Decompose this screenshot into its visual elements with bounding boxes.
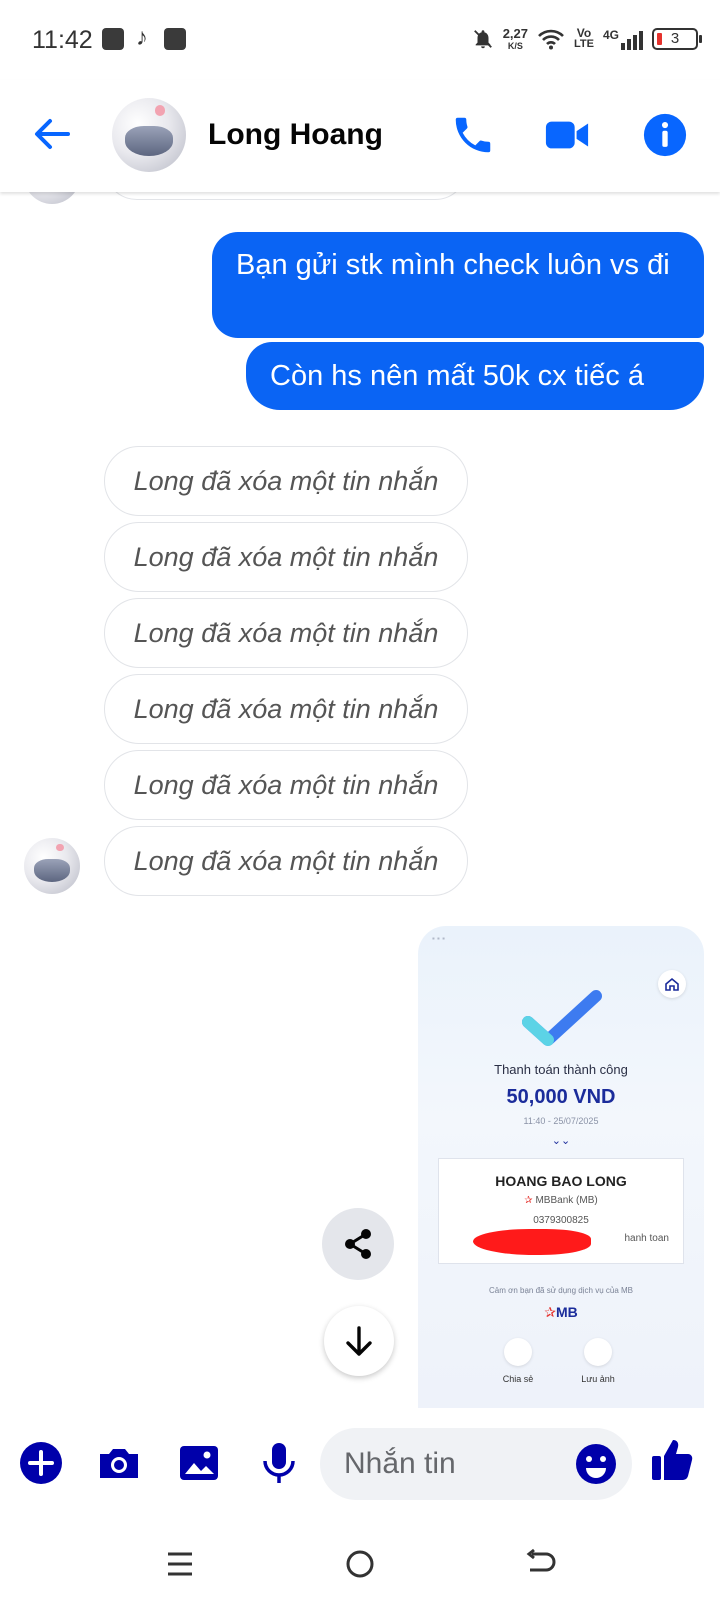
message-bubble-outgoing[interactable]: Bạn gửi stk mình check luôn vs đi xyxy=(212,232,704,338)
chat-header: Long Hoang xyxy=(0,80,720,192)
battery-icon: 3 xyxy=(652,28,702,50)
recipient-bank: ✰ MBBank (MB) xyxy=(524,1195,598,1206)
deleted-message-bubble[interactable]: Long đã xóa một tin nhắn xyxy=(104,674,468,744)
deleted-message-bubble[interactable]: Long đã xóa một tin nhắn xyxy=(104,750,468,820)
success-check-icon xyxy=(522,990,602,1046)
contact-avatar-small xyxy=(24,192,80,204)
like-thumb-icon[interactable] xyxy=(650,1436,694,1484)
receipt-amount: 50,000 VND xyxy=(506,1086,616,1108)
signal-icon: 4G xyxy=(603,28,643,50)
mb-logo: ✰MB xyxy=(544,1304,578,1320)
contact-name[interactable]: Long Hoang xyxy=(208,118,383,152)
receipt-status-bar: ▪ ▪ ▪ xyxy=(432,934,445,943)
expand-chevron-icon: ⌄⌄ xyxy=(551,1135,571,1147)
gallery-notification-icon xyxy=(102,28,124,50)
camera-small-icon xyxy=(584,1338,612,1366)
receipt-recipient-card: HOANG BAO LONG ✰ MBBank (MB) 0379300825 … xyxy=(438,1158,684,1264)
redaction-mark xyxy=(473,1229,591,1255)
status-time: 11:42 xyxy=(32,26,93,54)
plus-icon[interactable] xyxy=(18,1440,64,1486)
home-nav-icon[interactable] xyxy=(340,1544,380,1584)
share-nodes-icon xyxy=(504,1338,532,1366)
mb-star-icon: ✰ xyxy=(524,1195,536,1206)
deleted-message-bubble[interactable]: Long đã xóa một tin nhắn xyxy=(104,598,468,668)
wifi-icon xyxy=(538,29,564,50)
share-button[interactable] xyxy=(322,1208,394,1280)
back-arrow-icon[interactable] xyxy=(30,112,74,156)
deleted-message-bubble[interactable]: Long đã xóa một tin nhắn xyxy=(104,446,468,516)
receipt-save-action: Lưu ảnh xyxy=(568,1338,628,1384)
deleted-message-bubble[interactable]: Long đã xóa một tin nhắn xyxy=(104,522,468,592)
recipient-name: HOANG BAO LONG xyxy=(495,1173,627,1189)
gallery-icon[interactable] xyxy=(176,1440,222,1486)
system-nav-bar xyxy=(0,1520,720,1612)
recent-apps-icon[interactable] xyxy=(160,1544,200,1584)
home-icon xyxy=(658,970,686,998)
mute-bell-icon xyxy=(473,30,492,49)
share-icon xyxy=(345,1229,371,1259)
back-nav-icon[interactable] xyxy=(520,1544,560,1584)
status-icons: 2,27 K/S Vo LTE 4G 3 xyxy=(472,22,702,56)
network-speed: 2,27 K/S xyxy=(502,25,529,51)
receipt-datetime: 11:40 - 25/07/2025 xyxy=(523,1116,599,1126)
phone-call-icon[interactable] xyxy=(450,112,496,158)
transfer-description: hanh toan xyxy=(624,1233,670,1244)
scroll-to-bottom-button[interactable] xyxy=(324,1306,394,1376)
contact-avatar-small[interactable] xyxy=(24,838,80,894)
volte-indicator: Vo LTE xyxy=(574,26,594,50)
info-icon[interactable] xyxy=(642,112,688,158)
app-notification-icon xyxy=(164,28,186,50)
message-bubble-outgoing[interactable]: Còn hs nên mất 50k cx tiếc á xyxy=(246,342,704,410)
status-bar: 11:42 ♪ 2,27 K/S Vo LTE 4G 3 xyxy=(0,0,720,80)
payment-receipt-image[interactable]: ▪ ▪ ▪ Thanh toán thành công 50,000 VND 1… xyxy=(418,926,704,1408)
receipt-thanks: Cảm ơn bạn đã sử dụng dịch vụ của MB xyxy=(488,1286,633,1295)
message-input[interactable]: Nhắn tin xyxy=(320,1428,632,1500)
microphone-icon[interactable] xyxy=(256,1440,302,1486)
contact-avatar[interactable] xyxy=(112,98,186,172)
receipt-title: Thanh toán thành công xyxy=(494,1062,628,1077)
deleted-message-bubble[interactable]: Long đã xóa một tin nhắn xyxy=(104,826,468,896)
tiktok-notification-icon: ♪ xyxy=(136,24,148,51)
emoji-icon[interactable] xyxy=(574,1442,618,1486)
video-call-icon[interactable] xyxy=(544,112,590,158)
message-input-placeholder: Nhắn tin xyxy=(344,1447,456,1480)
receipt-share-action: Chia sẻ xyxy=(488,1338,548,1384)
message-composer: Nhắn tin xyxy=(0,1414,720,1520)
camera-icon[interactable] xyxy=(96,1440,142,1486)
message-bubble-incoming[interactable] xyxy=(104,192,468,200)
recipient-account: 0379300825 xyxy=(533,1215,589,1226)
